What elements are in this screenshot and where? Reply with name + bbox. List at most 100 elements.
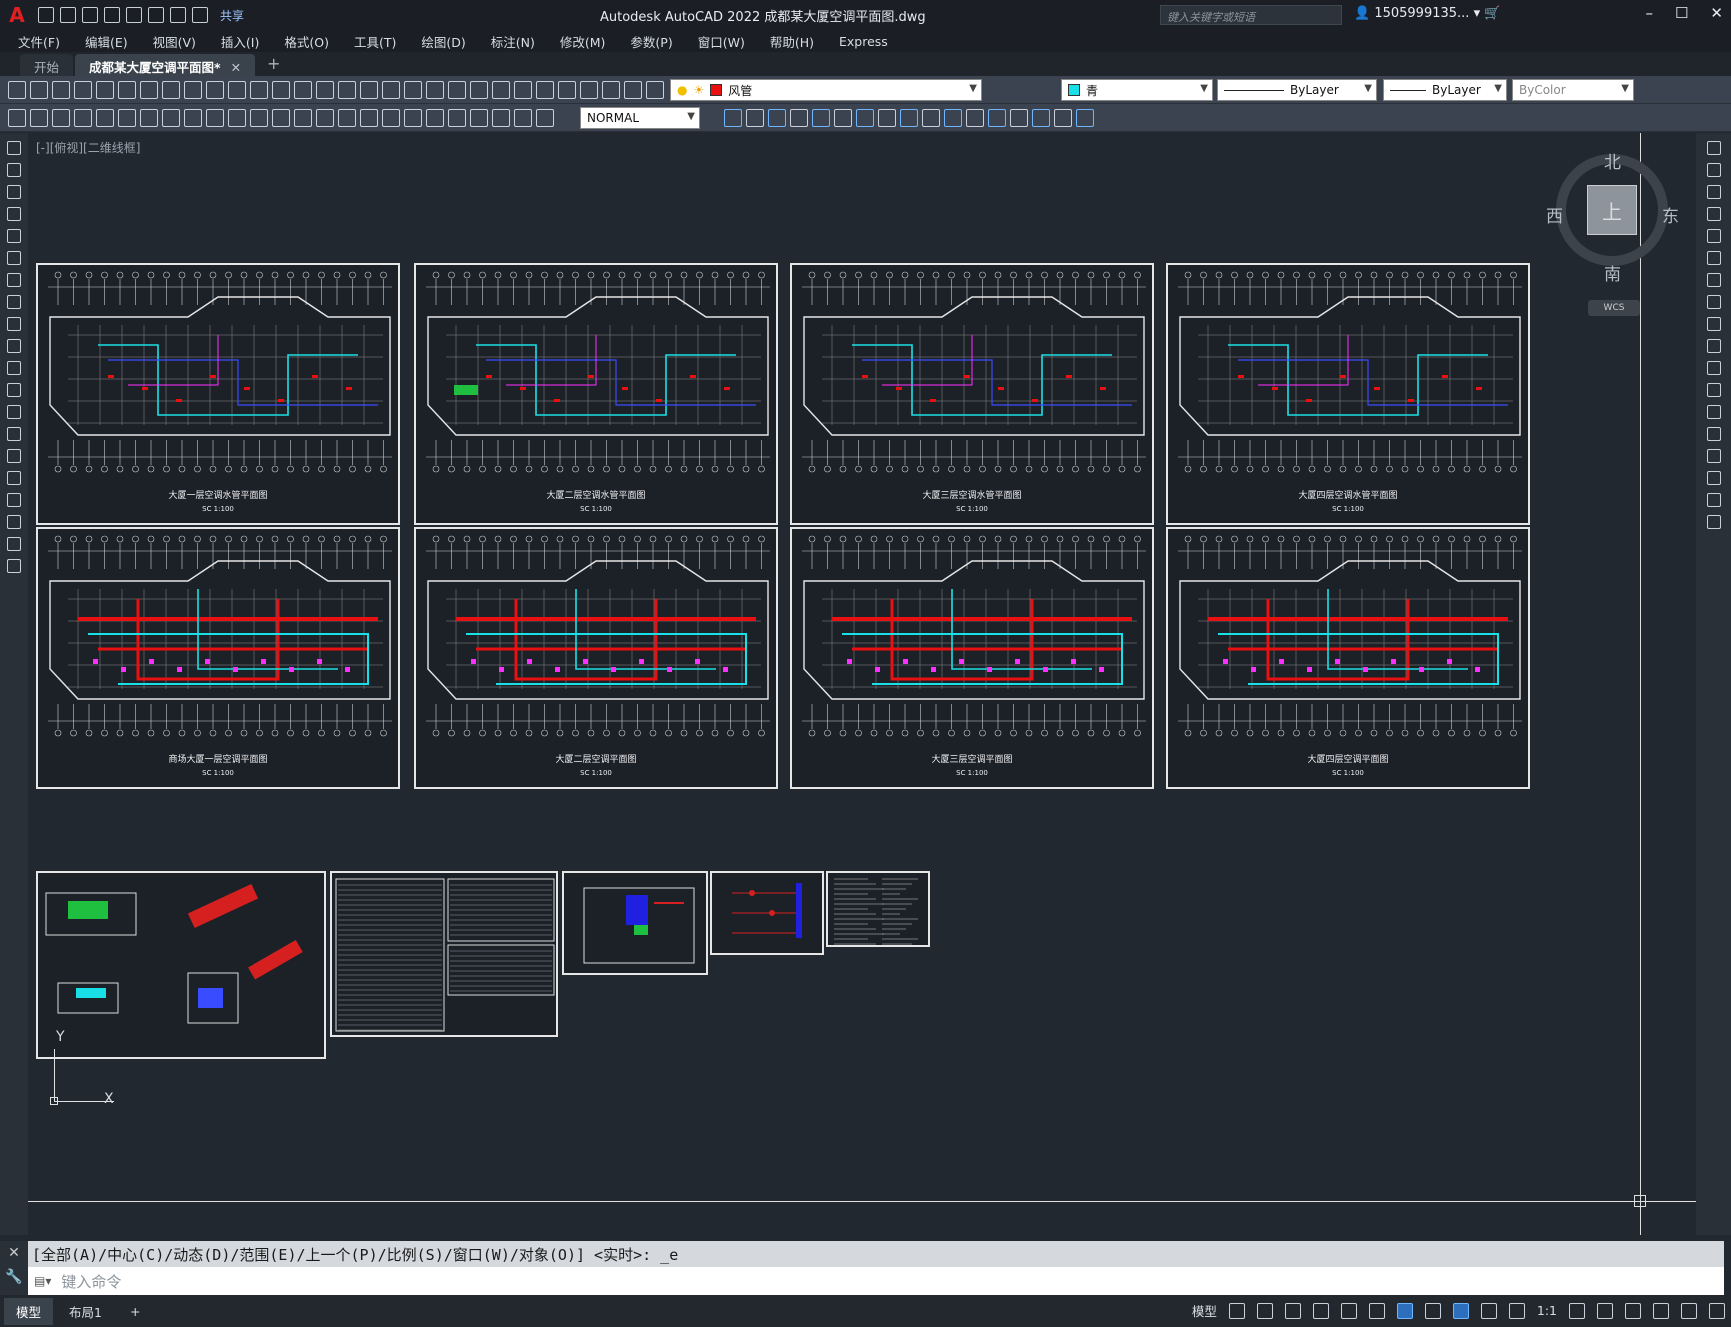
- autocad-logo-icon[interactable]: A: [0, 0, 34, 30]
- detail-sheet-plan[interactable]: [562, 871, 708, 975]
- draw-tool-icon[interactable]: [7, 559, 21, 573]
- modify-tool-icon[interactable]: [1706, 185, 1721, 199]
- standard-tool-icon[interactable]: [206, 81, 224, 99]
- ortho-icon[interactable]: [1284, 1302, 1301, 1319]
- tab-drawing[interactable]: 成都某大厦空调平面图* ✕: [75, 54, 256, 76]
- linetype-dropdown[interactable]: ByLayer ▼: [1217, 79, 1377, 101]
- drawing-sheet[interactable]: 大厦三层空调平面图 SC 1:100: [790, 527, 1154, 789]
- menu-item[interactable]: 插入(I): [221, 32, 259, 51]
- modify-tool-icon[interactable]: [922, 109, 940, 127]
- modify-tool-icon[interactable]: [878, 109, 896, 127]
- tab-start[interactable]: 开始: [20, 54, 74, 76]
- save-icon[interactable]: [82, 7, 98, 23]
- detail-sheet-equipment[interactable]: [36, 871, 326, 1059]
- dimension-tool-icon[interactable]: [294, 109, 312, 127]
- viewcube[interactable]: 上 北 南 西 东: [1546, 150, 1679, 285]
- standard-tool-icon[interactable]: [426, 81, 444, 99]
- dimension-tool-icon[interactable]: [184, 109, 202, 127]
- grid-icon[interactable]: [1228, 1302, 1245, 1319]
- standard-tool-icon[interactable]: [118, 81, 136, 99]
- draw-tool-icon[interactable]: [7, 163, 21, 177]
- isodraft-icon[interactable]: [1340, 1302, 1357, 1319]
- modify-tool-icon[interactable]: [1706, 229, 1721, 243]
- standard-tool-icon[interactable]: [8, 81, 26, 99]
- draw-tool-icon[interactable]: [7, 185, 21, 199]
- menu-item[interactable]: 工具(T): [354, 32, 396, 51]
- modify-tool-icon[interactable]: [1054, 109, 1072, 127]
- modify-tool-icon[interactable]: [746, 109, 764, 127]
- drawing-sheet[interactable]: 大厦二层空调水管平面图 SC 1:100: [414, 263, 778, 525]
- draw-tool-icon[interactable]: [7, 273, 21, 287]
- drawing-sheet[interactable]: 商场大厦一层空调平面图 SC 1:100: [36, 527, 400, 789]
- drawing-sheet[interactable]: 大厦四层空调平面图 SC 1:100: [1166, 527, 1530, 789]
- units-icon[interactable]: [1625, 1302, 1641, 1319]
- lineweight-dropdown[interactable]: ByLayer ▼: [1383, 79, 1507, 101]
- snap-icon[interactable]: [1256, 1302, 1273, 1319]
- menu-item[interactable]: 窗口(W): [698, 32, 745, 51]
- redo-icon[interactable]: [192, 7, 208, 23]
- draw-tool-icon[interactable]: [7, 339, 21, 353]
- modify-tool-icon[interactable]: [1706, 251, 1721, 265]
- dimstyle-dropdown[interactable]: NORMAL ▼: [580, 107, 700, 129]
- dimension-tool-icon[interactable]: [536, 109, 554, 127]
- modify-tool-icon[interactable]: [1706, 515, 1721, 529]
- detail-sheet-schematic[interactable]: [710, 871, 824, 955]
- modify-tool-icon[interactable]: [768, 109, 786, 127]
- modify-tool-icon[interactable]: [1032, 109, 1050, 127]
- draw-tool-icon[interactable]: [7, 537, 21, 551]
- standard-tool-icon[interactable]: [514, 81, 532, 99]
- command-input-bar[interactable]: ▤▾ 键入命令: [28, 1267, 1724, 1295]
- standard-tool-icon[interactable]: [624, 81, 642, 99]
- menu-item[interactable]: 标注(N): [491, 32, 535, 51]
- compass-east[interactable]: 东: [1662, 202, 1679, 227]
- modify-tool-icon[interactable]: [1706, 471, 1721, 485]
- plot-icon[interactable]: [148, 7, 164, 23]
- modify-tool-icon[interactable]: [724, 109, 742, 127]
- fullscreen-icon[interactable]: [1681, 1302, 1697, 1319]
- draw-tool-icon[interactable]: [7, 141, 21, 155]
- draw-tool-icon[interactable]: [7, 383, 21, 397]
- command-input[interactable]: 键入命令: [61, 1271, 121, 1292]
- share-button[interactable]: 共享: [220, 7, 244, 24]
- draw-tool-icon[interactable]: [7, 471, 21, 485]
- draw-tool-icon[interactable]: [7, 295, 21, 309]
- close-command-icon[interactable]: ✕: [0, 1245, 28, 1261]
- dimension-tool-icon[interactable]: [162, 109, 180, 127]
- draw-tool-icon[interactable]: [7, 207, 21, 221]
- dimension-tool-icon[interactable]: [514, 109, 532, 127]
- modify-tool-icon[interactable]: [1706, 493, 1721, 507]
- dimension-tool-icon[interactable]: [426, 109, 444, 127]
- standard-tool-icon[interactable]: [272, 81, 290, 99]
- compass-south[interactable]: 南: [1604, 260, 1621, 285]
- dimension-tool-icon[interactable]: [118, 109, 136, 127]
- draw-tool-icon[interactable]: [7, 361, 21, 375]
- drawing-sheet[interactable]: 大厦一层空调水管平面图 SC 1:100: [36, 263, 400, 525]
- menu-item[interactable]: 编辑(E): [85, 32, 128, 51]
- new-tab-button[interactable]: +: [257, 54, 290, 76]
- annotation-visibility-icon[interactable]: [1452, 1302, 1469, 1319]
- standard-tool-icon[interactable]: [52, 81, 70, 99]
- menu-item[interactable]: 文件(F): [18, 32, 60, 51]
- viewcube-top-face[interactable]: 上: [1587, 185, 1637, 235]
- customize-icon[interactable]: 🔧: [0, 1269, 28, 1285]
- modify-tool-icon[interactable]: [1706, 141, 1721, 155]
- standard-tool-icon[interactable]: [294, 81, 312, 99]
- dimension-tool-icon[interactable]: [448, 109, 466, 127]
- modify-tool-icon[interactable]: [856, 109, 874, 127]
- recent-commands-icon[interactable]: ▤▾: [34, 1274, 51, 1288]
- standard-tool-icon[interactable]: [470, 81, 488, 99]
- standard-tool-icon[interactable]: [184, 81, 202, 99]
- menu-item[interactable]: 参数(P): [630, 32, 672, 51]
- modify-tool-icon[interactable]: [812, 109, 830, 127]
- modify-tool-icon[interactable]: [966, 109, 984, 127]
- dimension-tool-icon[interactable]: [272, 109, 290, 127]
- dimension-tool-icon[interactable]: [74, 109, 92, 127]
- modify-tool-icon[interactable]: [790, 109, 808, 127]
- gear-icon[interactable]: [1569, 1302, 1585, 1319]
- user-account[interactable]: 👤 1505999135... ▾ 🛒: [1354, 6, 1500, 21]
- annotation-scale-icon[interactable]: [1508, 1302, 1525, 1319]
- restore-icon[interactable]: ☐: [1675, 4, 1688, 22]
- standard-tool-icon[interactable]: [492, 81, 510, 99]
- draw-tool-icon[interactable]: [7, 251, 21, 265]
- drawing-sheet[interactable]: 大厦三层空调水管平面图 SC 1:100: [790, 263, 1154, 525]
